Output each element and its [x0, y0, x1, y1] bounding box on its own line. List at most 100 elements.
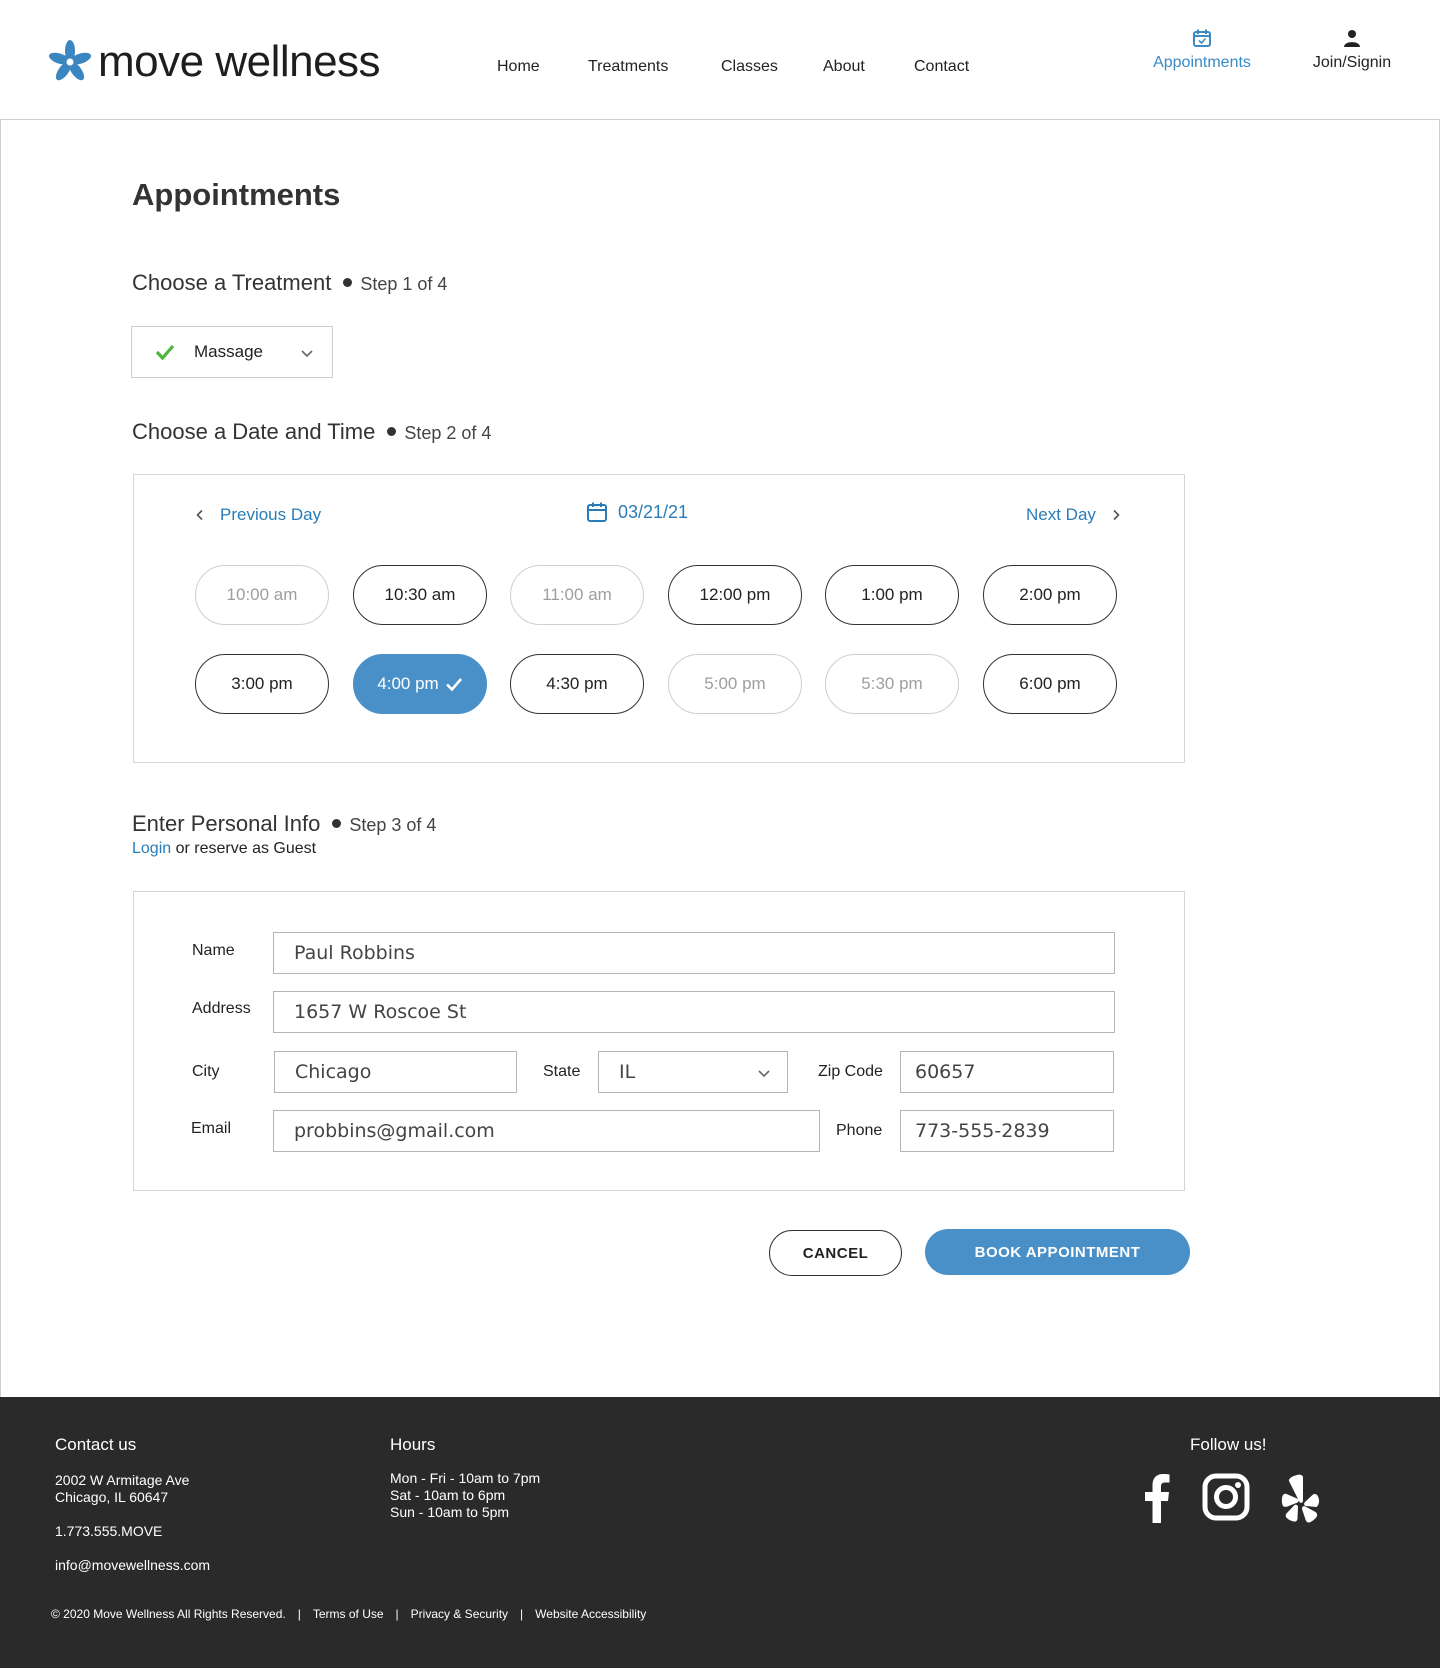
next-day-button[interactable]: Next Day [1026, 505, 1122, 525]
step3-heading: Enter Personal Info Step 3 of 4 [132, 811, 436, 837]
step2-heading: Choose a Date and Time Step 2 of 4 [132, 419, 491, 445]
next-day-label: Next Day [1026, 505, 1096, 524]
follow-heading: Follow us! [1190, 1435, 1267, 1454]
separator: | [520, 1607, 524, 1621]
login-or-guest: Login or reserve as Guest [132, 840, 316, 858]
chevron-left-icon [196, 509, 203, 521]
time-slot-label: 10:00 am [226, 585, 298, 604]
state-value: IL [619, 1061, 636, 1083]
time-slot[interactable]: 10:30 am [353, 565, 487, 625]
step3-indicator: Step 3 of 4 [349, 815, 437, 835]
address-line1: 2002 W Armitage Ave [55, 1472, 190, 1488]
time-slot[interactable]: 1:00 pm [825, 565, 959, 625]
zip-label: Zip Code [818, 1063, 883, 1080]
treatment-value: Massage [194, 342, 263, 361]
email-input[interactable]: probbins@gmail.com [273, 1110, 820, 1152]
name-input[interactable]: Paul Robbins [273, 932, 1115, 974]
separator: | [395, 1607, 399, 1621]
cancel-button[interactable]: CANCEL [769, 1230, 902, 1276]
city-input[interactable]: Chicago [274, 1051, 517, 1093]
time-slot-label: 4:00 pm [377, 674, 439, 693]
time-slot-label: 1:00 pm [861, 585, 923, 604]
site-footer: Contact us 2002 W Armitage Ave Chicago, … [0, 1397, 1440, 1668]
guest-text: or reserve as Guest [171, 840, 317, 857]
time-slot[interactable]: 6:00 pm [983, 654, 1117, 714]
time-slot[interactable]: 2:00 pm [983, 565, 1117, 625]
check-icon [155, 344, 175, 361]
time-slot-label: 5:00 pm [704, 674, 766, 693]
nav-home[interactable]: Home [497, 58, 540, 76]
contact-heading: Contact us [55, 1435, 137, 1454]
time-slot: 11:00 am [510, 565, 644, 625]
city-value: Chicago [295, 1061, 372, 1083]
nav-treatments[interactable]: Treatments [588, 58, 668, 76]
zip-value: 60657 [915, 1061, 976, 1083]
book-appointment-button[interactable]: BOOK APPOINTMENT [925, 1229, 1190, 1275]
email-label: Email [191, 1120, 232, 1137]
address-line2: Chicago, IL 60647 [55, 1489, 169, 1505]
step2-indicator: Step 2 of 4 [404, 423, 492, 443]
user-icon [1344, 30, 1360, 47]
state-select[interactable]: IL [598, 1051, 788, 1093]
accessibility-link[interactable]: Website Accessibility [535, 1607, 646, 1621]
nav-contact[interactable]: Contact [914, 58, 969, 76]
terms-link[interactable]: Terms of Use [313, 1607, 384, 1621]
date-time-panel: Previous Day 03/21/21 Next Day 10:00 am … [133, 474, 1185, 763]
hours-saturday: Sat - 10am to 6pm [390, 1487, 506, 1503]
phone-value: 773-555-2839 [915, 1120, 1050, 1142]
time-slot-selected[interactable]: 4:00 pm [353, 654, 487, 714]
instagram-icon[interactable] [1202, 1473, 1250, 1521]
bullet-dot [343, 278, 353, 287]
date-picker[interactable]: 03/21/21 [586, 501, 688, 523]
time-slot: 10:00 am [195, 565, 329, 625]
phone-input[interactable]: 773-555-2839 [900, 1110, 1114, 1152]
site-header: move wellness Home Treatments Classes Ab… [0, 0, 1440, 120]
chevron-down-icon [301, 350, 313, 358]
phone-label: Phone [836, 1122, 883, 1139]
bullet-dot [332, 819, 342, 828]
logo[interactable]: move wellness [48, 37, 381, 86]
login-link[interactable]: Login [132, 840, 171, 857]
facebook-icon[interactable] [1143, 1473, 1171, 1523]
nav-about[interactable]: About [823, 58, 865, 76]
time-slot-label: 5:30 pm [861, 674, 923, 693]
hours-weekday: Mon - Fri - 10am to 7pm [390, 1470, 541, 1486]
time-slot-label: 3:00 pm [231, 674, 293, 693]
brand-name: move wellness [98, 37, 381, 86]
checkmark-icon [445, 678, 462, 692]
name-value: Paul Robbins [294, 942, 415, 964]
footer-phone[interactable]: 1.773.555.MOVE [55, 1523, 162, 1540]
bullet-dot [387, 427, 397, 436]
time-slot[interactable]: 4:30 pm [510, 654, 644, 714]
time-slot[interactable]: 3:00 pm [195, 654, 329, 714]
legal-bar: © 2020 Move Wellness All Rights Reserved… [51, 1607, 646, 1621]
chevron-down-icon [758, 1070, 770, 1078]
nav-appointments[interactable]: Appointments [1147, 28, 1257, 72]
time-slot-label: 11:00 am [542, 585, 612, 604]
step3-title: Enter Personal Info [132, 811, 321, 836]
privacy-link[interactable]: Privacy & Security [411, 1607, 508, 1621]
calendar-icon [1193, 29, 1211, 47]
previous-day-button[interactable]: Previous Day [194, 505, 321, 525]
chevron-right-icon [1113, 509, 1120, 521]
address-value: 1657 W Roscoe St [294, 1001, 467, 1023]
time-slot[interactable]: 12:00 pm [668, 565, 802, 625]
time-slot-label: 4:30 pm [546, 674, 608, 693]
treatment-select[interactable]: Massage [131, 326, 333, 378]
address-input[interactable]: 1657 W Roscoe St [273, 991, 1115, 1033]
selected-date: 03/21/21 [618, 501, 689, 522]
step1-indicator: Step 1 of 4 [360, 274, 448, 294]
time-slot: 5:00 pm [668, 654, 802, 714]
email-value: probbins@gmail.com [294, 1120, 495, 1142]
footer-email[interactable]: info@movewellness.com [55, 1557, 210, 1574]
nav-join-signin[interactable]: Join/Signin [1307, 28, 1397, 72]
separator: | [297, 1607, 301, 1621]
time-slot: 5:30 pm [825, 654, 959, 714]
yelp-icon[interactable] [1279, 1473, 1321, 1525]
hours-heading: Hours [390, 1435, 436, 1454]
flower-logo-icon [48, 40, 92, 81]
step1-title: Choose a Treatment [132, 270, 332, 295]
zip-input[interactable]: 60657 [900, 1051, 1114, 1093]
nav-classes[interactable]: Classes [721, 58, 778, 76]
name-label: Name [192, 942, 235, 959]
